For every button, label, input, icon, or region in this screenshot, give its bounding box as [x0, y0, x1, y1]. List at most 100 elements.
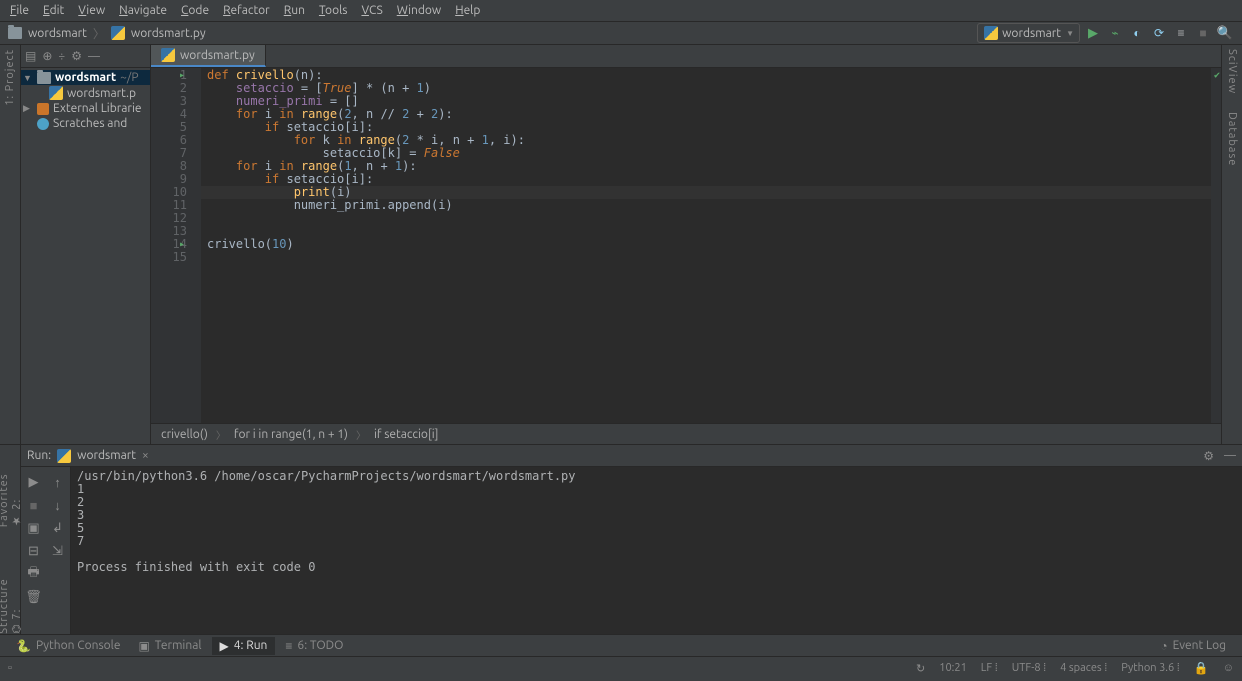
menu-edit[interactable]: Edit: [37, 2, 70, 19]
hide-icon[interactable]: —: [88, 50, 100, 63]
libraries-icon: [37, 103, 49, 115]
todo-icon: ≡: [285, 639, 292, 653]
breadcrumb-item[interactable]: crivello(): [161, 428, 208, 441]
project-view-combo[interactable]: ▤: [25, 49, 36, 63]
code-breadcrumb: crivello()〉for i in range(1, n + 1)〉if s…: [151, 423, 1221, 444]
run-tab[interactable]: ▶4: Run: [212, 637, 276, 655]
project-toolbar: ▤ ⊕ ÷ ⚙ —: [21, 45, 150, 68]
search-button[interactable]: 🔍: [1216, 24, 1234, 42]
event-log-tab[interactable]: ◔ Event Log: [1152, 637, 1234, 655]
profile-button[interactable]: ⟳: [1150, 24, 1168, 42]
print-button[interactable]: 🖶: [23, 563, 45, 585]
expand-arrow-icon[interactable]: ▶: [23, 103, 33, 114]
refresh-icon[interactable]: ↻: [916, 662, 925, 675]
blank-button: [47, 563, 69, 585]
todo-tab[interactable]: ≡ 6: TODO: [277, 637, 351, 655]
breadcrumb-project[interactable]: wordsmart: [28, 27, 87, 40]
scroll-button[interactable]: ⇲: [47, 540, 69, 562]
tree-root[interactable]: ▼ wordsmart ~/P: [21, 70, 150, 85]
editor-area: wordsmart.py 1▸234567891011121314▸15 def…: [151, 45, 1221, 444]
error-strip[interactable]: ✔: [1211, 68, 1221, 423]
collapse-icon[interactable]: ÷: [58, 50, 65, 63]
sciview-tool-button[interactable]: SciView: [1226, 49, 1238, 94]
settings-icon[interactable]: ⚙: [71, 49, 82, 63]
run-config-label: wordsmart: [1002, 27, 1061, 40]
status-messages-icon[interactable]: ▫: [8, 662, 12, 674]
python-file-icon: [161, 48, 175, 62]
editor-code[interactable]: def crivello(n): setaccio = [True] * (n …: [201, 68, 1211, 423]
run-config-combo[interactable]: wordsmart: [977, 23, 1080, 43]
lock-icon[interactable]: 🔒: [1194, 661, 1209, 675]
bottom-tool-tabs: 🐍Python Console ▣Terminal ▶4: Run ≡ 6: TO…: [0, 634, 1242, 656]
blank-button: [47, 586, 69, 608]
event-log-label: Event Log: [1173, 639, 1226, 652]
python-icon: 🐍: [16, 639, 31, 653]
run-output[interactable]: /usr/bin/python3.6 /home/oscar/PycharmPr…: [71, 467, 1242, 634]
python-interpreter[interactable]: Python 3.6: [1121, 662, 1174, 674]
file-encoding[interactable]: UTF-8: [1012, 662, 1041, 674]
menu-refactor[interactable]: Refactor: [217, 2, 276, 19]
editor-tab[interactable]: wordsmart.py: [151, 45, 266, 67]
rerun-button[interactable]: ▶: [23, 471, 45, 493]
menu-file[interactable]: File: [4, 2, 35, 19]
python-console-tab[interactable]: 🐍Python Console: [8, 637, 128, 655]
close-tab-icon[interactable]: ×: [142, 449, 149, 462]
editor-tab-bar: wordsmart.py: [151, 45, 1221, 68]
hide-icon[interactable]: —: [1224, 449, 1236, 462]
python-file-icon: [57, 449, 71, 463]
stop-button[interactable]: ■: [1194, 24, 1212, 42]
pin-button[interactable]: ⊟: [23, 540, 45, 562]
python-file-icon: [984, 26, 998, 40]
folder-icon: [8, 27, 22, 39]
tree-external-libs[interactable]: ▶ External Librarie: [21, 101, 150, 116]
terminal-icon: ▣: [138, 639, 149, 653]
debug-button[interactable]: ⌁: [1106, 24, 1124, 42]
breadcrumb-file[interactable]: wordsmart.py: [131, 27, 206, 40]
hector-icon[interactable]: ☺: [1223, 662, 1234, 674]
menu-window[interactable]: Window: [391, 2, 447, 19]
code-editor[interactable]: 1▸234567891011121314▸15 def crivello(n):…: [151, 68, 1221, 423]
structure-tool-button[interactable]: ⌬ 7: Structure: [0, 557, 23, 634]
menu-navigate[interactable]: Navigate: [113, 2, 173, 19]
tree-file[interactable]: wordsmart.p: [21, 85, 150, 101]
expand-arrow-icon[interactable]: ▼: [23, 73, 33, 83]
menu-vcs[interactable]: VCS: [355, 2, 388, 19]
up-button[interactable]: ↑: [47, 471, 69, 493]
python-file-icon: [49, 86, 63, 100]
project-tool-button[interactable]: 1: Project: [4, 49, 16, 106]
event-log-icon: ◔: [1160, 639, 1167, 653]
menu-help[interactable]: Help: [449, 2, 486, 19]
tree-scratches[interactable]: ▶ Scratches and: [21, 116, 150, 131]
menu-code[interactable]: Code: [175, 2, 215, 19]
stop-button[interactable]: ■: [23, 494, 45, 516]
main-area: 1: Project ▤ ⊕ ÷ ⚙ — ▼ wordsmart ~/P wor…: [0, 45, 1242, 444]
todo-label: 6: TODO: [297, 639, 343, 652]
indent-info[interactable]: 4 spaces: [1060, 662, 1102, 674]
delete-button[interactable]: 🗑: [23, 586, 45, 608]
right-tool-strip: SciView Database: [1221, 45, 1242, 444]
folder-icon: [37, 72, 51, 84]
settings-icon[interactable]: ⚙: [1203, 449, 1214, 463]
breadcrumb-item[interactable]: for i in range(1, n + 1): [234, 428, 348, 441]
coverage-button[interactable]: ◐: [1128, 24, 1146, 42]
scroll-to-source-icon[interactable]: ⊕: [42, 49, 52, 63]
favorites-tool-button[interactable]: ★ 2: Favorites: [0, 449, 23, 527]
run-button[interactable]: ▶: [1084, 24, 1102, 42]
line-separator[interactable]: LF: [981, 662, 992, 674]
menu-run[interactable]: Run: [278, 2, 311, 19]
terminal-tab[interactable]: ▣Terminal: [130, 637, 209, 655]
down-button[interactable]: ↓: [47, 494, 69, 516]
tree-root-path: ~/P: [120, 71, 138, 84]
project-tree[interactable]: ▼ wordsmart ~/P wordsmart.p ▶ External L…: [21, 68, 150, 133]
layout-button[interactable]: ▣: [23, 517, 45, 539]
inspection-ok-icon: ✔: [1214, 69, 1220, 82]
caret-position[interactable]: 10:21: [939, 662, 967, 674]
breadcrumb-item[interactable]: if setaccio[i]: [374, 428, 438, 441]
wrap-button[interactable]: ↲: [47, 517, 69, 539]
run-title: Run:: [27, 449, 51, 462]
menu-view[interactable]: View: [72, 2, 111, 19]
database-tool-button[interactable]: Database: [1226, 112, 1238, 166]
toolbar-button[interactable]: ≡: [1172, 24, 1190, 42]
menu-tools[interactable]: Tools: [313, 2, 354, 19]
editor-gutter[interactable]: 1▸234567891011121314▸15: [151, 68, 201, 423]
